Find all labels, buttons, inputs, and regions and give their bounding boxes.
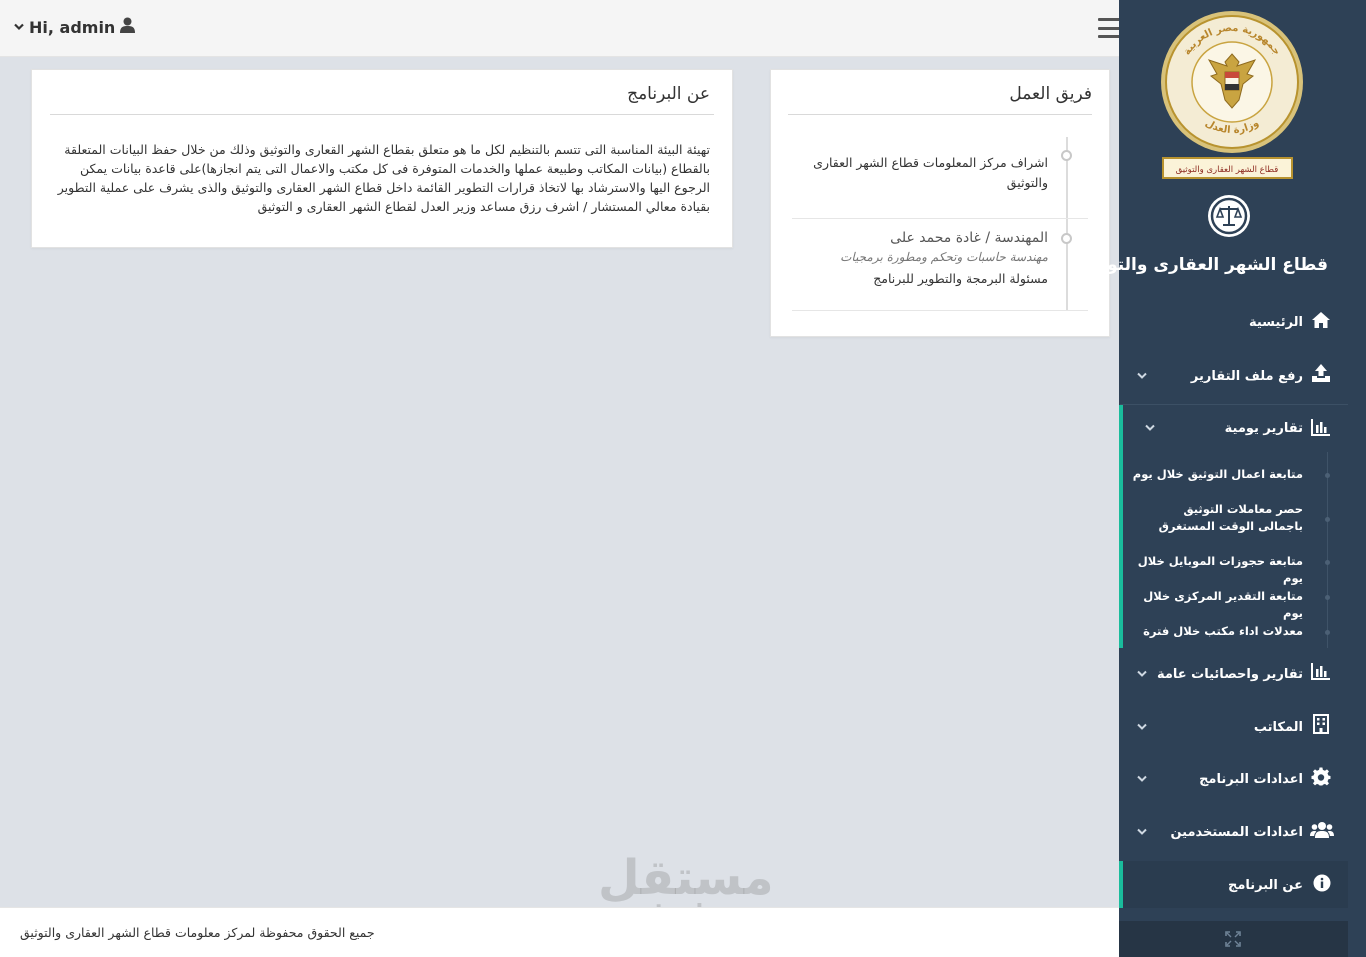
submenu-item[interactable]: متابعة اعمال التوثيق خلال يوم: [1133, 466, 1303, 483]
sidebar: جمهورية مصر العربية وزارة العدل قطاع الش…: [1078, 0, 1366, 957]
submenu-item[interactable]: معدلات اداء مكتب خلال فترة: [1143, 623, 1303, 640]
sidebar-footer: [1119, 921, 1348, 957]
info-icon: [1313, 874, 1331, 892]
timeline-dot-icon: [1061, 150, 1072, 161]
supervision-text: اشراف مركز المعلومات قطاع الشهر العقارى …: [813, 155, 1048, 190]
top-bar: Hi, admin: [0, 0, 1120, 57]
nav-upload-reports[interactable]: رفع ملف التقارير: [1119, 357, 1348, 395]
chevron-down-icon: [1137, 825, 1147, 839]
scales-of-justice-icon: [1208, 195, 1250, 237]
submenu-dot-icon: [1325, 630, 1330, 635]
member-name: المهندسة / غادة محمد على: [890, 230, 1048, 246]
chevron-down-icon: [14, 20, 24, 34]
sidebar-title: قطاع الشهر العقارى والتوثيق: [1078, 255, 1328, 275]
upload-icon: [1311, 363, 1331, 383]
building-icon: [1311, 714, 1331, 734]
chevron-down-icon: [1137, 369, 1147, 383]
user-menu[interactable]: Hi, admin: [14, 17, 136, 37]
nav-upload-reports-label: رفع ملف التقارير: [1190, 369, 1303, 384]
nav-offices-label: المكاتب: [1253, 720, 1303, 735]
submenu-line: [1327, 452, 1328, 648]
about-card: عن البرنامج تهيئة البيئة المناسبة التى ت…: [31, 69, 733, 248]
gear-icon: [1311, 767, 1331, 787]
nav-about-label: عن البرنامج: [1227, 878, 1303, 893]
team-card-title: فريق العمل: [788, 84, 1092, 115]
member-task: مسئولة البرمجة والتطوير للبرنامج: [873, 271, 1048, 286]
nav-daily-reports[interactable]: تقارير يومية: [1119, 405, 1348, 452]
submenu-dot-icon: [1325, 473, 1330, 478]
nav-daily-reports-label: تقارير يومية: [1224, 421, 1303, 436]
bar-chart-icon: [1311, 661, 1331, 681]
about-card-text: تهيئة البيئة المناسبة التى تتسم بالتنظيم…: [57, 142, 710, 214]
nav-program-settings-label: اعدادات البرنامج: [1199, 772, 1303, 787]
timeline-dot-icon: [1061, 233, 1072, 244]
user-icon: [120, 17, 136, 37]
submenu-item[interactable]: متابعة حجوزات الموبايل خلال يوم: [1123, 553, 1303, 587]
nav-user-settings[interactable]: اعدادات المستخدمين: [1119, 813, 1348, 851]
nav-general-statistics[interactable]: تقارير واحصائيات عامة: [1119, 655, 1348, 693]
chevron-down-icon: [1145, 421, 1155, 435]
submenu-dot-icon: [1325, 517, 1330, 522]
nav-offices[interactable]: المكاتب: [1119, 708, 1348, 746]
fullscreen-icon[interactable]: [1225, 931, 1241, 947]
svg-text:قطاع الشهر العقارى والتوثيق: قطاع الشهر العقارى والتوثيق: [1176, 165, 1279, 175]
timeline-item: المهندسة / غادة محمد على مهندسة حاسبات و…: [792, 219, 1088, 311]
nav-home[interactable]: الرئيسية: [1119, 305, 1348, 341]
users-icon: [1310, 820, 1334, 840]
user-greeting: Hi, admin: [29, 17, 116, 37]
ministry-logo: جمهورية مصر العربية وزارة العدل قطاع الش…: [1159, 10, 1305, 185]
nav-about[interactable]: عن البرنامج: [1119, 861, 1348, 908]
team-card: فريق العمل اشراف مركز المعلومات قطاع الش…: [770, 69, 1110, 337]
chevron-down-icon: [1137, 720, 1147, 734]
nav-general-statistics-label: تقارير واحصائيات عامة: [1156, 667, 1303, 682]
chevron-down-icon: [1137, 772, 1147, 786]
chevron-down-icon: [1137, 667, 1147, 681]
member-role: مهندسة حاسبات وتحكم ومطورة برمجيات: [840, 250, 1048, 264]
submenu-dot-icon: [1325, 560, 1330, 565]
bar-chart-icon: [1311, 417, 1331, 437]
submenu-item[interactable]: متابعة التقدير المركزى خلال يوم: [1123, 588, 1303, 622]
about-card-title: عن البرنامج: [50, 84, 714, 115]
nav-home-label: الرئيسية: [1248, 315, 1303, 330]
submenu-dot-icon: [1325, 595, 1330, 600]
footer-copyright: جميع الحقوق محفوظة لمركز معلومات قطاع ال…: [20, 925, 375, 940]
nav-user-settings-label: اعدادات المستخدمين: [1170, 825, 1303, 840]
footer: جميع الحقوق محفوظة لمركز معلومات قطاع ال…: [0, 907, 1120, 957]
home-icon: [1311, 310, 1331, 330]
watermark-arabic: مستقل: [598, 850, 774, 906]
daily-reports-submenu: متابعة اعمال التوثيق خلال يوم حصر معاملا…: [1119, 452, 1348, 648]
menu-toggle-icon[interactable]: [1098, 18, 1120, 38]
timeline-item: اشراف مركز المعلومات قطاع الشهر العقارى …: [792, 137, 1088, 219]
team-timeline: اشراف مركز المعلومات قطاع الشهر العقارى …: [792, 137, 1088, 311]
submenu-item[interactable]: حصر معاملات التوثيق باجمالى الوقت المستغ…: [1143, 501, 1303, 535]
nav-program-settings[interactable]: اعدادات البرنامج: [1119, 760, 1348, 798]
